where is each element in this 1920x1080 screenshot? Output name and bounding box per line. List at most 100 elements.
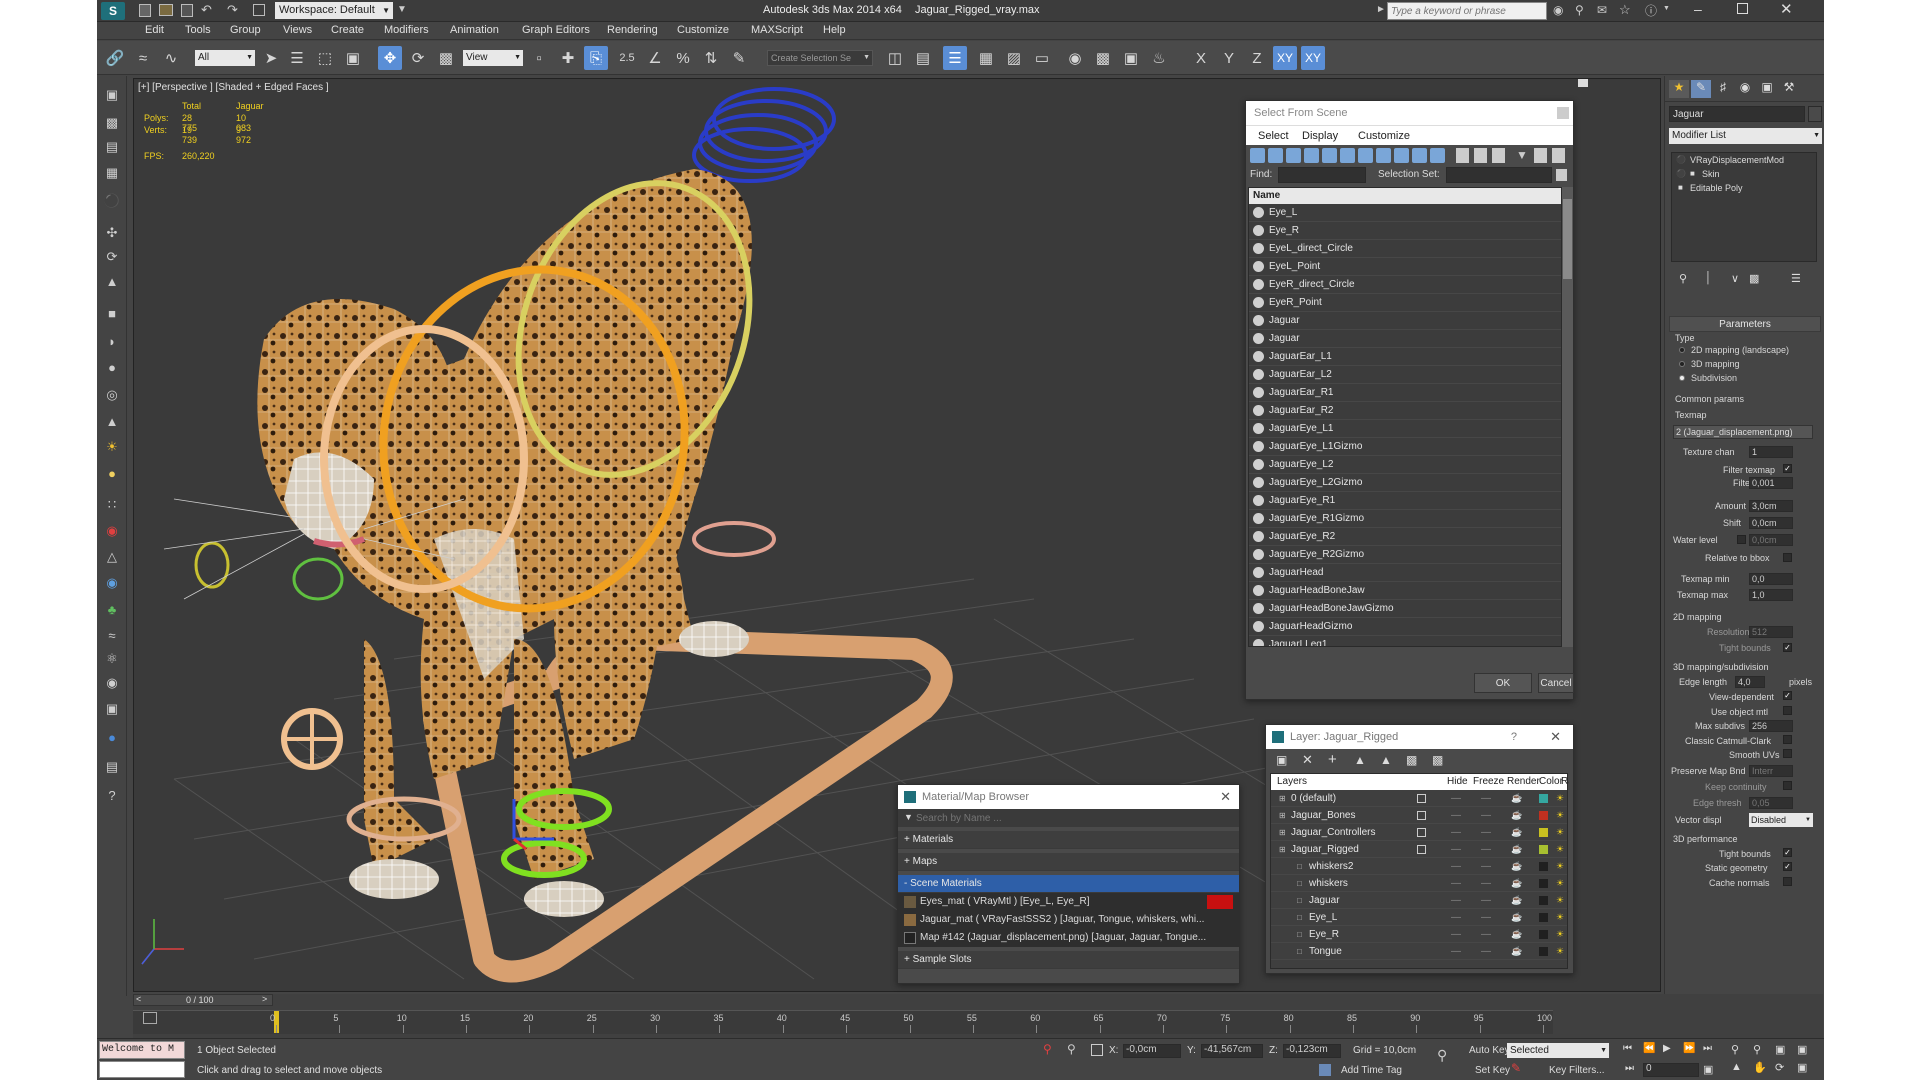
scene-object-item[interactable]: JaguarEar_R2	[1249, 402, 1561, 420]
filter-cameras-icon[interactable]	[1304, 148, 1319, 163]
key-mode-dropdown[interactable]: Selected ▼	[1507, 1043, 1609, 1058]
key-icon[interactable]: ⚲	[1575, 3, 1584, 17]
col-hide[interactable]: Hide	[1447, 776, 1468, 787]
close-icon[interactable]: ✕	[1780, 0, 1793, 18]
filter-geometry-icon[interactable]	[1250, 148, 1265, 163]
scene-object-item[interactable]: JaguarEye_R2	[1249, 528, 1561, 546]
select-all-icon[interactable]	[1456, 148, 1469, 163]
close-icon[interactable]: ✕	[1550, 725, 1561, 749]
field-of-view-icon[interactable]: ▲	[1731, 1061, 1742, 1073]
time-config-icon[interactable]: ▣	[1703, 1063, 1713, 1076]
relative-bbox-checkbox[interactable]	[1783, 553, 1792, 562]
scene-object-item[interactable]: EyeR_direct_Circle	[1249, 276, 1561, 294]
stack-item-editable-poly[interactable]: ■ Editable Poly	[1672, 181, 1816, 195]
hide-all-icon[interactable]: ▩	[1406, 753, 1417, 767]
orbit-icon[interactable]: ⟳	[1775, 1061, 1784, 1074]
layer-hide-toggle[interactable]: —	[1451, 909, 1461, 926]
scene-object-item[interactable]: JaguarHeadBoneJaw	[1249, 582, 1561, 600]
current-layer-checkbox[interactable]	[1417, 828, 1426, 837]
go-to-end-icon[interactable]: ⏭	[1703, 1043, 1712, 1054]
redo-icon[interactable]: ↷	[227, 2, 238, 18]
layer-row[interactable]: □ whiskers — — ☕ ☀	[1271, 875, 1567, 892]
expand-icon[interactable]: ■	[1690, 167, 1695, 181]
highlight-layer-icon[interactable]: ▲	[1380, 753, 1392, 767]
absolute-mode-icon[interactable]	[1091, 1044, 1103, 1056]
stack-item-vraydisplacement[interactable]: ⚫ VRayDisplacementMod	[1672, 153, 1816, 167]
smooth-uvs-checkbox[interactable]	[1783, 749, 1792, 758]
find-input[interactable]	[1278, 167, 1366, 183]
filter-lights-icon[interactable]	[1286, 148, 1301, 163]
filter-blur-spinner[interactable]: 0,001	[1749, 477, 1793, 489]
close-icon[interactable]	[1557, 107, 1569, 119]
filter-groups-icon[interactable]	[1358, 148, 1373, 163]
current-layer-checkbox[interactable]	[1417, 811, 1426, 820]
render-frame-icon[interactable]: ▩	[101, 112, 123, 134]
layer-freeze-toggle[interactable]: —	[1481, 807, 1491, 824]
sfs-menu-customize[interactable]: Customize	[1358, 130, 1410, 142]
select-in-layer-icon[interactable]: ▲	[1354, 753, 1366, 767]
sfs-scrollbar[interactable]	[1562, 187, 1573, 647]
layer-row[interactable]: □ Jaguar — — ☕ ☀	[1271, 892, 1567, 909]
rendered-frame-icon[interactable]: ▣	[1119, 46, 1143, 70]
zoom-extents-icon[interactable]: ▣	[1775, 1043, 1785, 1056]
filter-bones-icon[interactable]	[1394, 148, 1409, 163]
radiosity-icon[interactable]: ☀	[1556, 926, 1564, 943]
ref-coord-dropdown[interactable]: View ▼	[463, 50, 523, 66]
next-frame-icon[interactable]: >	[262, 994, 267, 1004]
render-production-icon[interactable]: ♨	[1147, 46, 1171, 70]
document-icon[interactable]: ▤	[101, 136, 123, 158]
window-crossing-icon[interactable]: ▣	[341, 46, 365, 70]
scene-object-item[interactable]: JaguarEar_L2	[1249, 366, 1561, 384]
col-layers[interactable]: Layers	[1277, 776, 1307, 787]
layer-color-swatch[interactable]	[1539, 879, 1548, 888]
scene-object-item[interactable]: JaguarEye_R1Gizmo	[1249, 510, 1561, 528]
time-slider[interactable]: < 0 / 100 >	[133, 994, 273, 1006]
named-selection-dropdown[interactable]: Create Selection Se ▼	[767, 50, 873, 66]
col-radiosity[interactable]: Radiosity	[1561, 776, 1569, 787]
layer-freeze-toggle[interactable]: —	[1481, 943, 1491, 960]
layer-color-swatch[interactable]	[1539, 913, 1548, 922]
new-file-icon[interactable]	[139, 4, 151, 17]
layers-icon[interactable]: ▤	[101, 756, 123, 778]
ok-button[interactable]: OK	[1474, 673, 1532, 693]
menu-help[interactable]: Help	[823, 24, 846, 36]
select-none-icon[interactable]	[1474, 148, 1487, 163]
layer-hide-toggle[interactable]: —	[1451, 943, 1461, 960]
angle-snap-icon[interactable]: ∠	[643, 46, 667, 70]
communication-icon[interactable]: ✉	[1597, 3, 1607, 17]
scene-object-item[interactable]: Eye_L	[1249, 204, 1561, 222]
layer-color-swatch[interactable]	[1539, 811, 1548, 820]
z-coord-field[interactable]: -0,123cm	[1283, 1044, 1341, 1058]
auto-key-button[interactable]: Auto Key	[1469, 1045, 1510, 1056]
make-unique-icon[interactable]: ∨	[1731, 272, 1739, 285]
pan-icon[interactable]: ✋	[1753, 1061, 1767, 1074]
render-teapot-icon[interactable]: ☕	[1511, 841, 1522, 858]
perf-tight-bounds-checkbox[interactable]: ✓	[1783, 848, 1792, 857]
keep-continuity-checkbox[interactable]	[1783, 781, 1792, 790]
scene-object-item[interactable]: EyeL_direct_Circle	[1249, 240, 1561, 258]
favorites-star-icon[interactable]: ☆	[1619, 2, 1631, 18]
select-link-icon[interactable]: 🔗	[103, 46, 127, 70]
filter-spacewarps-icon[interactable]	[1340, 148, 1355, 163]
tight-bounds-2d-checkbox[interactable]: ✓	[1783, 643, 1792, 652]
axis-xy-cycle-button[interactable]: XY	[1301, 46, 1325, 70]
render-teapot-icon[interactable]: ☕	[1511, 892, 1522, 909]
hierarchy-icon[interactable]	[1534, 148, 1547, 163]
scene-object-item[interactable]: JaguarEye_R2Gizmo	[1249, 546, 1561, 564]
scene-object-item[interactable]: JaguarHeadBoneJawGizmo	[1249, 600, 1561, 618]
layer-hide-toggle[interactable]: —	[1451, 790, 1461, 807]
bulb-icon[interactable]: ⚫	[1676, 167, 1686, 181]
filter-frozen-icon[interactable]	[1430, 148, 1445, 163]
open-file-icon[interactable]	[159, 4, 173, 16]
close-icon[interactable]: ✕	[1220, 785, 1231, 809]
film-icon[interactable]: ▲	[101, 270, 123, 292]
percent-snap-icon[interactable]: %	[671, 46, 695, 70]
select-by-name-icon[interactable]: ☰	[285, 46, 309, 70]
next-key-icon[interactable]: ⏩	[1683, 1043, 1695, 1054]
select-and-scale-icon[interactable]: ▩	[434, 46, 458, 70]
selection-set-dropdown[interactable]	[1446, 167, 1552, 183]
utilities-tab-icon[interactable]: ⚒	[1779, 80, 1799, 98]
layer-hide-toggle[interactable]: —	[1451, 841, 1461, 858]
layer-dialog-title[interactable]: Layer: Jaguar_Rigged ? ✕	[1266, 725, 1573, 749]
menu-group[interactable]: Group	[230, 24, 261, 36]
